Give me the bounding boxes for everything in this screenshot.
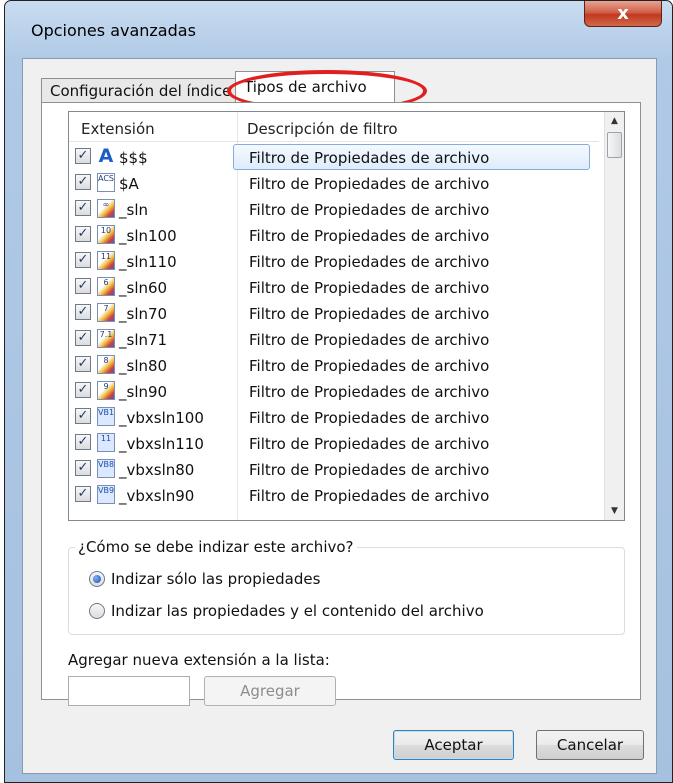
vs-solution-7-icon: 7 [97,303,115,322]
row-extension: _sln110 [119,253,177,271]
column-header-extension[interactable]: Extensión [81,120,155,138]
ok-button[interactable]: Aceptar [393,730,514,760]
row-filter-description: Filtro de Propiedades de archivo [249,305,490,323]
row-extension: _sln70 [119,305,168,323]
row-extension: _vbxsln80 [119,461,195,479]
row-extension: _sln100 [119,227,177,245]
row-filter-description: Filtro de Propiedades de archivo [249,331,490,349]
scroll-up-icon[interactable]: ▲ [605,112,624,130]
list-item[interactable]: ✓ 7 _sln70 Filtro de Propiedades de archivo [69,300,599,326]
add-extension-label: Agregar nueva extensión a la lista: [68,651,330,669]
list-item[interactable]: ✓ ACS $A Filtro de Propiedades de archivo [69,170,599,196]
vs-solution-71-icon: 7.1 [97,329,115,348]
row-checkbox[interactable]: ✓ [75,304,91,320]
row-extension: _vbxsln100 [119,409,204,427]
scroll-down-icon[interactable]: ▼ [605,502,624,520]
vs-solution-6-icon: 6 [97,277,115,296]
file-type-list[interactable]: Extensión Descripción de filtro ✓ A $$$ Fil… [68,111,625,521]
list-item[interactable]: ✓ ∞ _sln Filtro de Propiedades de archivo [69,196,599,222]
row-checkbox[interactable]: ✓ [75,486,91,502]
index-mode-group: ¿Cómo se debe indizar este archivo? Indi… [68,538,625,635]
row-filter-description: Filtro de Propiedades de archivo [249,149,490,167]
vs-solution-9-icon: 9 [97,381,115,400]
row-filter-description: Filtro de Propiedades de archivo [249,409,490,427]
scroll-thumb[interactable] [607,132,622,158]
new-extension-input[interactable] [68,676,190,706]
row-extension: _sln [119,201,148,219]
row-filter-description: Filtro de Propiedades de archivo [249,487,490,505]
list-item[interactable]: ✓ VB10_vbxsln100 Filtro de Propiedades de … [69,404,599,430]
row-checkbox[interactable]: ✓ [75,382,91,398]
list-header: Extensión Descripción de filtro [69,112,599,142]
cancel-button[interactable]: Cancelar [536,730,644,760]
title-bar[interactable]: Opciones avanzadas x [5,1,672,41]
row-checkbox[interactable]: ✓ [75,200,91,216]
vertical-scrollbar[interactable]: ▲ ▼ [604,112,624,520]
window-title: Opciones avanzadas [31,21,196,40]
column-divider[interactable] [237,112,238,142]
list-item[interactable]: ✓ 11 _sln110 Filtro de Propiedades de archi… [69,248,599,274]
row-checkbox[interactable]: ✓ [75,226,91,242]
vs-solution-icon: ∞ [97,199,115,218]
row-checkbox[interactable]: ✓ [75,434,91,450]
list-item[interactable]: ✓ 6 _sln60 Filtro de Propiedades de archivo [69,274,599,300]
row-checkbox[interactable]: ✓ [75,356,91,372]
row-extension: _vbxsln90 [119,487,195,505]
tab-index-settings[interactable]: Configuración del índice [41,78,237,102]
row-checkbox[interactable]: ✓ [75,460,91,476]
list-item[interactable]: ✓ A $$$ Filtro de Propiedades de archivo [69,144,599,170]
list-item[interactable]: ✓ 9 _sln90 Filtro de Propiedades de archivo [69,378,599,404]
add-button[interactable]: Agregar [204,676,336,706]
row-filter-description: Filtro de Propiedades de archivo [249,357,490,375]
row-checkbox[interactable]: ✓ [75,408,91,424]
row-extension: _vbxsln110 [119,435,204,453]
list-rows: ✓ A $$$ Filtro de Propiedades de archivo ✓ AC… [69,144,599,508]
vb-solution-10-icon: VB10 [97,407,115,426]
list-item[interactable]: ✓ 10 _sln100 Filtro de Propiedades de archi… [69,222,599,248]
list-item[interactable]: ✓ VB8 _vbxsln80 Filtro de Propiedades de ar… [69,456,599,482]
vs-solution-10-icon: 10 [97,225,115,244]
index-mode-group-title: ¿Cómo se debe indizar este archivo? [75,538,357,556]
row-filter-description: Filtro de Propiedades de archivo [249,279,490,297]
row-checkbox[interactable]: ✓ [75,330,91,346]
list-item[interactable]: ✓ 8 _sln80 Filtro de Propiedades de archivo [69,352,599,378]
vb-solution-11-icon: 11 [97,433,115,452]
row-extension: _sln60 [119,279,168,297]
vs-solution-8-icon: 8 [97,355,115,374]
vb-solution-8-icon: VB8 [97,459,115,478]
radio-label[interactable]: Indizar sólo las propiedades [111,570,320,588]
close-button[interactable]: x [584,1,662,27]
radio-button[interactable] [89,603,105,619]
row-extension: $A [119,175,139,193]
row-filter-description: Filtro de Propiedades de archivo [249,227,490,245]
radio-label[interactable]: Indizar las propiedades y el contenido d… [111,602,484,620]
radio-button-selected[interactable] [89,571,105,587]
row-extension: _sln80 [119,357,168,375]
row-filter-description: Filtro de Propiedades de archivo [249,461,490,479]
dialog-client-area: Configuración del índice Tipos de archiv… [22,58,657,774]
row-filter-description: Filtro de Propiedades de archivo [249,175,490,193]
vs-solution-11-icon: 11 [97,251,115,270]
vb-solution-9-icon: VB9 [97,485,115,504]
font-file-icon: A [97,147,115,166]
row-checkbox[interactable]: ✓ [75,278,91,294]
acs-file-icon: ACS [97,173,115,192]
close-icon: x [617,3,629,24]
row-extension: _sln71 [119,331,168,349]
row-filter-description: Filtro de Propiedades de archivo [249,435,490,453]
row-checkbox[interactable]: ✓ [75,148,91,164]
list-item[interactable]: ✓ 7.1 _sln71 Filtro de Propiedades de archi… [69,326,599,352]
row-filter-description: Filtro de Propiedades de archivo [249,253,490,271]
row-checkbox[interactable]: ✓ [75,252,91,268]
row-filter-description: Filtro de Propiedades de archivo [249,201,490,219]
row-extension: $$$ [119,149,148,167]
list-item[interactable]: ✓ VB9 _vbxsln90 Filtro de Propiedades de ar… [69,482,599,508]
row-checkbox[interactable]: ✓ [75,174,91,190]
row-extension: _sln90 [119,383,168,401]
column-header-filter-description[interactable]: Descripción de filtro [247,120,398,138]
list-item[interactable]: ✓ 11 _vbxsln110 Filtro de Propiedades de ar… [69,430,599,456]
dialog-window: Opciones avanzadas x Configuración del í… [4,0,673,783]
tab-panel-file-types: Extensión Descripción de filtro ✓ A $$$ Fil… [41,102,641,706]
row-filter-description: Filtro de Propiedades de archivo [249,383,490,401]
